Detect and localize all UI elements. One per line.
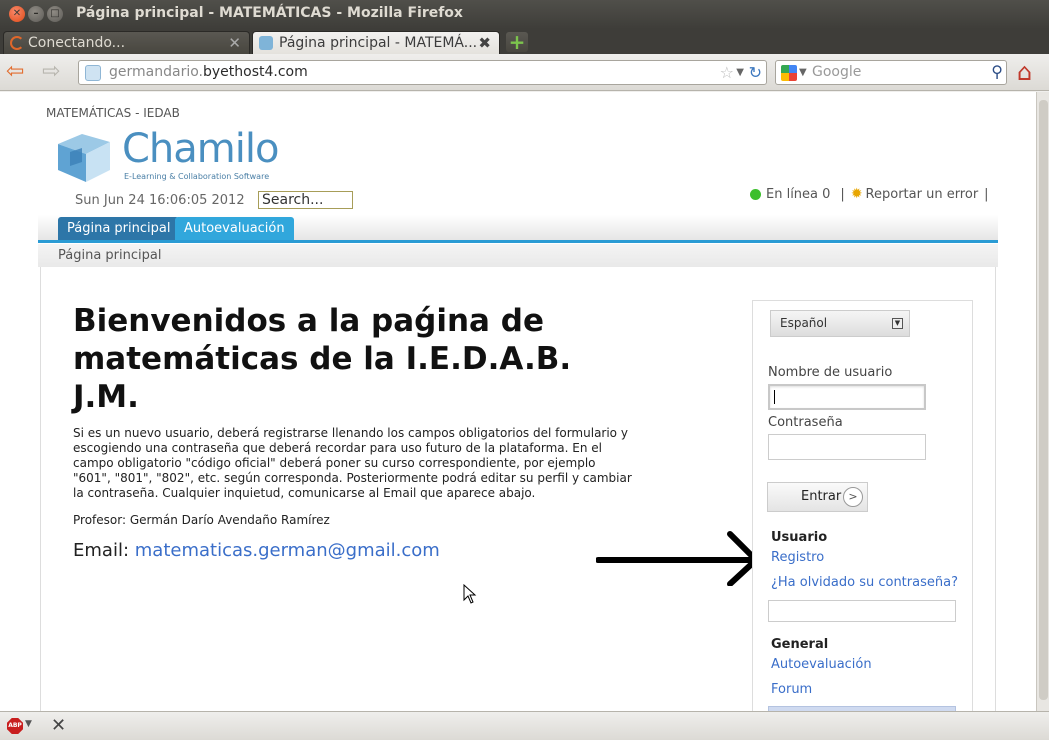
- language-select[interactable]: Español ▼: [770, 310, 910, 337]
- new-tab-icon[interactable]: +: [506, 32, 528, 52]
- search-bar[interactable]: ▼ Google ⚲: [775, 60, 1007, 85]
- forgot-password-link[interactable]: ¿Ha olvidado su contraseña?: [771, 575, 958, 590]
- search-icon[interactable]: ⚲: [991, 60, 1003, 83]
- url-host: byethost4.com: [202, 64, 308, 80]
- back-arrow-icon[interactable]: ⇦: [6, 61, 24, 83]
- close-addon-bar-icon[interactable]: ✕: [51, 715, 66, 736]
- online-status-icon: [750, 188, 761, 200]
- password-label: Contraseña: [768, 415, 843, 430]
- separator: |: [984, 186, 989, 202]
- chamilo-cube-icon: [58, 134, 110, 182]
- tab-autoevaluacion[interactable]: Autoevaluación: [175, 217, 294, 240]
- current-date: Sun Jun 24 16:06:05 2012: [75, 193, 245, 208]
- minimize-window-icon[interactable]: –: [28, 6, 44, 22]
- site-identity-icon[interactable]: [85, 65, 101, 81]
- report-error-link[interactable]: Reportar un error: [866, 187, 979, 202]
- navigation-bar: ⇦ ⇨ germandario.byethost4.com ☆ ▼ ↻ ▼ Go…: [0, 54, 1049, 91]
- email-link[interactable]: matematicas.german@gmail.com: [135, 540, 440, 561]
- mouse-pointer-icon: [463, 584, 477, 604]
- site-title: MATEMÁTICAS - IEDAB: [46, 106, 180, 120]
- language-value: Español: [780, 316, 828, 330]
- close-tab-icon[interactable]: ✕: [228, 34, 241, 52]
- breadcrumb[interactable]: Página principal: [38, 244, 998, 267]
- close-tab-icon[interactable]: ✖: [478, 34, 491, 52]
- window-controls: ✕ – □: [9, 6, 63, 22]
- tab-label: Página principal - MATEMÁ...: [279, 35, 478, 51]
- loading-spinner-icon: [10, 36, 24, 50]
- status-bar: ABP ▼ ✕: [0, 711, 1049, 740]
- google-engine-icon[interactable]: [781, 65, 797, 81]
- separator: |: [840, 186, 845, 202]
- logo-wordmark: Chamilo: [122, 126, 279, 172]
- login-button[interactable]: Entrar >: [767, 482, 868, 512]
- adblock-icon[interactable]: ABP: [7, 718, 23, 734]
- vertical-scrollbar[interactable]: [1036, 92, 1049, 711]
- email-label: Email:: [73, 540, 130, 561]
- username-field[interactable]: [768, 384, 926, 410]
- bookmark-star-icon[interactable]: ☆: [720, 61, 734, 84]
- search-placeholder: Google: [812, 64, 862, 80]
- reload-icon[interactable]: ↻: [749, 61, 762, 84]
- logo-tagline: E-Learning & Collaboration Software: [124, 172, 270, 181]
- forward-arrow-icon[interactable]: ⇨: [42, 61, 60, 83]
- login-button-label: Entrar: [801, 489, 842, 504]
- report-bug-icon: ✹: [850, 186, 863, 202]
- professor-name: Profesor: Germán Darío Avendaño Ramírez: [73, 513, 330, 527]
- window-title: Página principal - MATEMÁTICAS - Mozilla…: [76, 5, 463, 21]
- welcome-heading: Bienvenidos a la paǵina de matemáticas d…: [73, 303, 572, 415]
- register-link[interactable]: Registro: [771, 550, 824, 565]
- site-search-input[interactable]: Search...: [258, 191, 353, 209]
- tab-label: Conectando...: [28, 35, 126, 51]
- tab-pagina-principal[interactable]: Página principal: [58, 217, 180, 240]
- chevron-right-icon: >: [843, 487, 863, 507]
- home-icon[interactable]: ⌂: [1017, 60, 1032, 84]
- annotation-arrow-icon: [596, 531, 759, 586]
- chevron-down-icon: ▼: [892, 318, 903, 329]
- browser-tab-loading[interactable]: Conectando... ✕: [3, 31, 250, 54]
- scrollbar-thumb[interactable]: [1039, 100, 1048, 700]
- adblock-dropdown-icon[interactable]: ▼: [25, 719, 32, 729]
- title-bar: ✕ – □ Página principal - MATEMÁTICAS - M…: [0, 0, 1049, 29]
- browser-tab-active[interactable]: Página principal - MATEMÁ... ✖: [252, 31, 500, 54]
- username-label: Nombre de usuario: [768, 365, 893, 380]
- engine-dropdown-icon[interactable]: ▼: [799, 61, 807, 84]
- user-section-heading: Usuario: [771, 530, 828, 545]
- site-favicon-icon: [259, 36, 273, 50]
- self-eval-link[interactable]: Autoevaluación: [771, 657, 872, 672]
- forum-link[interactable]: Forum: [771, 682, 812, 697]
- maximize-window-icon[interactable]: □: [47, 6, 63, 22]
- site-nav-tabs: Página principal Autoevaluación: [38, 215, 998, 243]
- online-users-link[interactable]: En línea 0: [766, 187, 830, 202]
- general-section-heading: General: [771, 637, 829, 652]
- password-field[interactable]: [768, 434, 926, 460]
- empty-field[interactable]: [768, 600, 956, 622]
- address-bar[interactable]: germandario.byethost4.com ☆ ▼ ↻: [78, 60, 767, 85]
- browser-window: ✕ – □ Página principal - MATEMÁTICAS - M…: [0, 0, 1049, 740]
- header-links: En línea 0 | ✹ Reportar un error |: [750, 186, 989, 202]
- history-dropdown-icon[interactable]: ▼: [736, 61, 744, 84]
- intro-paragraph: Si es un nuevo usuario, deberá registrar…: [73, 426, 632, 500]
- web-page: MATEMÁTICAS - IEDAB Chamilo E-Learning &…: [0, 92, 1036, 711]
- url-prefix: germandario.: [109, 64, 203, 80]
- email-line: Email: matematicas.german@gmail.com: [73, 540, 440, 561]
- chamilo-logo[interactable]: Chamilo E-Learning & Collaboration Softw…: [52, 126, 292, 186]
- close-window-icon[interactable]: ✕: [9, 6, 25, 22]
